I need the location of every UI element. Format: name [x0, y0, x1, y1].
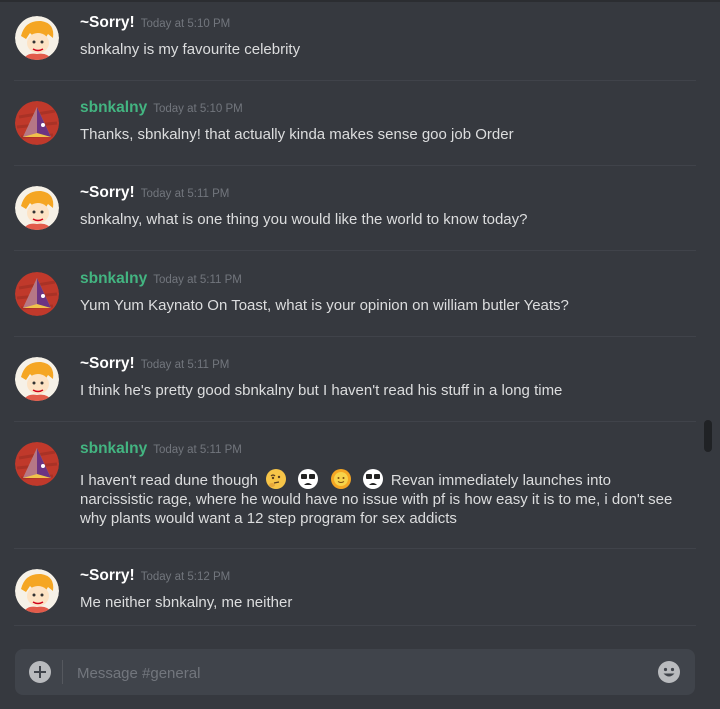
worried-face-emoji[interactable] [297, 468, 319, 490]
message-text: Yum Yum Kaynato On Toast, what is your o… [80, 297, 569, 314]
avatar[interactable] [15, 442, 59, 486]
add-attachment-button[interactable] [29, 661, 51, 683]
composer-divider [62, 660, 63, 684]
message-divider [14, 165, 696, 166]
thinking-face-emoji[interactable] [265, 468, 287, 490]
username[interactable]: sbnkalny [80, 99, 147, 116]
avatar[interactable] [15, 569, 59, 613]
timestamp: Today at 5:11 PM [153, 444, 242, 456]
message-divider [14, 625, 696, 626]
message-text: Thanks, sbnkalny! that actually kinda ma… [80, 126, 514, 143]
message-divider [14, 336, 696, 337]
message-text: I haven't read dune though Revan immedia… [80, 468, 680, 528]
message-header: ~Sorry! Today at 5:11 PM [80, 355, 229, 373]
message-divider [14, 421, 696, 422]
avatar[interactable] [15, 272, 59, 316]
message-header: ~Sorry! Today at 5:12 PM [80, 567, 230, 585]
username[interactable]: sbnkalny [80, 270, 147, 287]
message-input[interactable] [75, 657, 639, 689]
message-list[interactable]: ~Sorry! Today at 5:10 PM sbnkalny is my f… [0, 0, 700, 640]
avatar[interactable] [15, 16, 59, 60]
message-header: ~Sorry! Today at 5:11 PM [80, 184, 229, 202]
scrollbar-thumb[interactable] [704, 420, 712, 452]
message-text: sbnkalny, what is one thing you would li… [80, 211, 528, 228]
message-text: sbnkalny is my favourite celebrity [80, 41, 301, 58]
timestamp: Today at 5:10 PM [140, 18, 231, 30]
message-text: I think he's pretty good sbnkalny but I … [80, 382, 563, 399]
sun-with-face-emoji[interactable] [330, 468, 352, 490]
username[interactable]: ~Sorry! [80, 567, 135, 584]
timestamp: Today at 5:10 PM [153, 103, 243, 115]
message-divider [14, 548, 696, 549]
smiley-icon[interactable] [657, 660, 681, 684]
timestamp: Today at 5:11 PM [153, 274, 242, 286]
message-header: sbnkalny Today at 5:10 PM [80, 99, 243, 117]
message-divider [14, 80, 696, 81]
message-text-before: I haven't read dune though [80, 472, 259, 489]
message-header: sbnkalny Today at 5:11 PM [80, 440, 242, 458]
message-composer [15, 649, 695, 695]
username[interactable]: ~Sorry! [80, 14, 135, 31]
message-header: ~Sorry! Today at 5:10 PM [80, 14, 230, 32]
message-divider [14, 250, 696, 251]
username[interactable]: sbnkalny [80, 440, 147, 457]
scrollbar-track[interactable] [704, 0, 714, 640]
timestamp: Today at 5:11 PM [140, 188, 230, 200]
username[interactable]: ~Sorry! [80, 355, 135, 372]
message-header: sbnkalny Today at 5:11 PM [80, 270, 242, 288]
avatar[interactable] [15, 186, 59, 230]
timestamp: Today at 5:12 PM [140, 571, 231, 583]
username[interactable]: ~Sorry! [80, 184, 135, 201]
timestamp: Today at 5:11 PM [140, 359, 230, 371]
message-text: Me neither sbnkalny, me neither [80, 594, 293, 611]
avatar[interactable] [15, 357, 59, 401]
avatar[interactable] [15, 101, 59, 145]
worried-face-emoji[interactable] [362, 468, 384, 490]
